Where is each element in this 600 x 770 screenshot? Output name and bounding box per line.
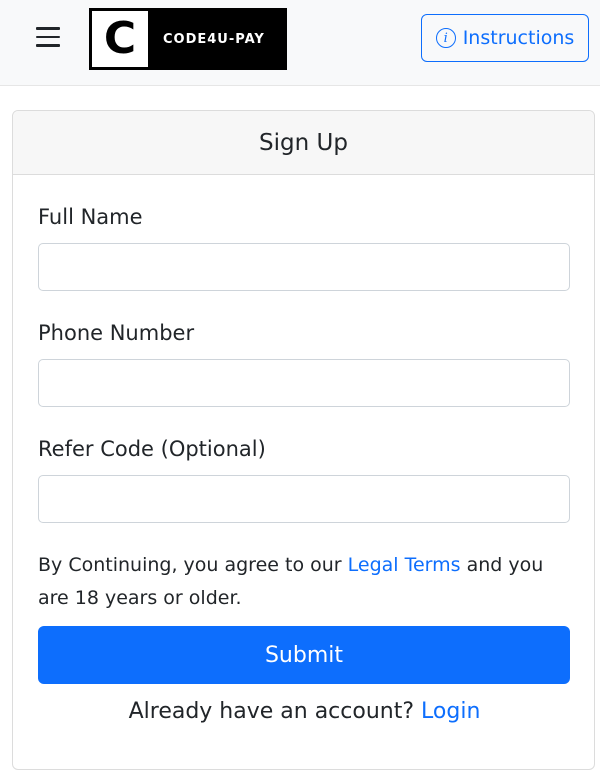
login-link[interactable]: Login bbox=[421, 699, 480, 724]
hamburger-line bbox=[36, 35, 60, 38]
card-title: Sign Up bbox=[13, 111, 594, 175]
logo-text: CODE4U-PAY bbox=[163, 31, 265, 47]
refer-code-input[interactable] bbox=[38, 475, 570, 523]
hamburger-line bbox=[36, 44, 60, 47]
hamburger-menu-icon[interactable] bbox=[36, 27, 60, 47]
login-prompt-row: Already have an account? Login bbox=[13, 699, 596, 724]
legal-terms-link[interactable]: Legal Terms bbox=[348, 554, 461, 576]
signup-card: Sign Up Full Name Phone Number Refer Cod… bbox=[12, 110, 595, 770]
full-name-input[interactable] bbox=[38, 243, 570, 291]
login-prompt-text: Already have an account? bbox=[128, 699, 422, 724]
phone-number-input[interactable] bbox=[38, 359, 570, 407]
info-icon: i bbox=[435, 28, 456, 48]
terms-prefix: By Continuing, you agree to our bbox=[38, 554, 348, 576]
phone-number-label: Phone Number bbox=[38, 321, 195, 345]
refer-code-label: Refer Code (Optional) bbox=[38, 437, 266, 461]
brand-logo[interactable]: C CODE4U-PAY bbox=[89, 8, 287, 70]
instructions-button[interactable]: i Instructions bbox=[421, 14, 589, 62]
full-name-label: Full Name bbox=[38, 205, 143, 229]
terms-text: By Continuing, you agree to our Legal Te… bbox=[38, 549, 578, 615]
hamburger-line bbox=[36, 27, 60, 30]
logo-letter: C bbox=[89, 8, 151, 70]
submit-button[interactable]: Submit bbox=[38, 626, 570, 684]
instructions-label: Instructions bbox=[462, 27, 575, 49]
top-navbar: C CODE4U-PAY i Instructions bbox=[0, 0, 600, 86]
